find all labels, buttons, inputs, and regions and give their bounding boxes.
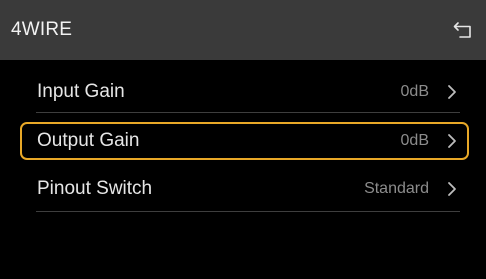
header-bar: 4WIRE [0,0,486,60]
chevron-right-icon [448,85,456,99]
back-button[interactable] [450,16,478,44]
menu-item-output-gain[interactable]: Output Gain 0dB [20,122,469,160]
menu-item-label: Output Gain [37,130,140,151]
menu-item-value: Standard [364,180,429,197]
menu-item-pinout-switch[interactable]: Pinout Switch Standard [20,170,469,208]
screen: 4WIRE Input Gain 0dB Output Gain 0dB Pin… [0,0,486,279]
menu-item-label: Input Gain [37,81,125,102]
menu-item-value: 0dB [400,83,429,100]
chevron-right-icon [448,134,456,148]
page-title: 4WIRE [11,19,73,40]
menu-item-value: 0dB [400,132,429,149]
return-arrow-icon [453,22,471,38]
divider [36,211,460,212]
menu-item-label: Pinout Switch [37,178,153,199]
chevron-right-icon [448,182,456,196]
menu-item-input-gain[interactable]: Input Gain 0dB [20,73,469,111]
divider [36,112,460,113]
